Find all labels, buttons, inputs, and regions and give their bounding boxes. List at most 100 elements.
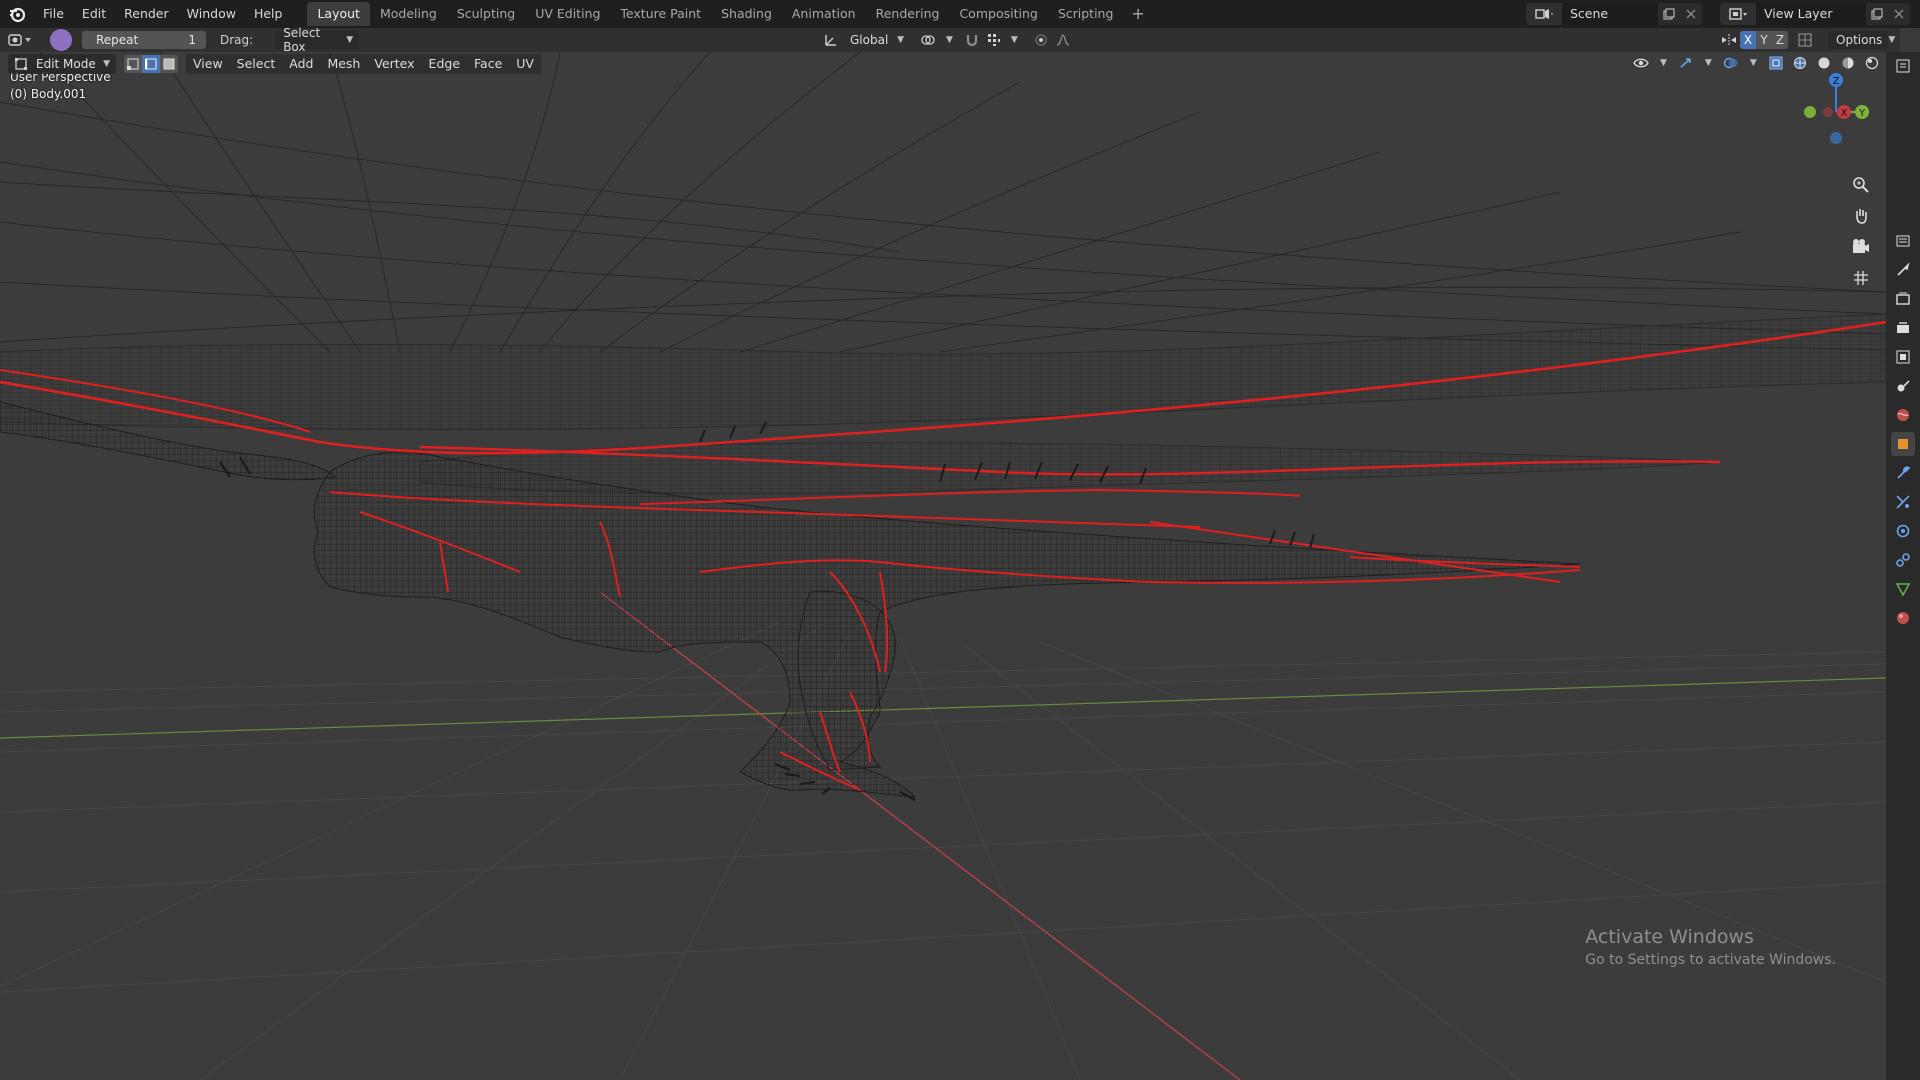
- zoom-icon[interactable]: [1846, 170, 1876, 200]
- transform-orientation-dropdown[interactable]: Global ▼: [842, 31, 910, 49]
- remove-view-layer-icon[interactable]: [1888, 3, 1910, 25]
- new-view-layer-icon[interactable]: [1866, 3, 1888, 25]
- menu-uv[interactable]: UV: [509, 54, 541, 74]
- ortho-grid-icon[interactable]: [1846, 263, 1876, 293]
- proportional-editing-icon[interactable]: [1030, 31, 1052, 49]
- solid-shading-icon[interactable]: [1813, 54, 1835, 72]
- menu-add[interactable]: Add: [282, 54, 321, 74]
- gizmo-toggle-icon[interactable]: [1675, 54, 1697, 72]
- axis-z-toggle[interactable]: Z: [1772, 31, 1788, 49]
- editor-type-icon[interactable]: [0, 29, 42, 51]
- transform-orientation-icon[interactable]: [820, 31, 842, 49]
- watermark-title: Activate Windows: [1585, 926, 1754, 948]
- menu-window[interactable]: Window: [178, 0, 245, 28]
- blender-logo-icon[interactable]: [0, 0, 34, 28]
- pivot-point-icon[interactable]: [918, 31, 940, 49]
- chevron-down-icon[interactable]: ▼: [1660, 58, 1667, 68]
- menu-face[interactable]: Face: [467, 54, 510, 74]
- menu-file[interactable]: File: [34, 0, 73, 28]
- camera-view-icon[interactable]: [1846, 232, 1876, 262]
- new-scene-icon[interactable]: [1658, 3, 1680, 25]
- output-icon[interactable]: [1891, 316, 1915, 340]
- chevron-down-icon[interactable]: ▼: [946, 35, 953, 45]
- workspace-tabs: Layout Modeling Sculpting UV Editing Tex…: [307, 2, 1152, 26]
- face-select-icon[interactable]: [160, 55, 178, 73]
- edit-mode-indicator-icon[interactable]: [50, 29, 72, 51]
- tab-sculpting[interactable]: Sculpting: [447, 2, 525, 26]
- chevron-down-icon[interactable]: ▼: [1011, 35, 1018, 45]
- repeat-field[interactable]: Repeat 1: [82, 31, 206, 49]
- menu-help[interactable]: Help: [245, 0, 292, 28]
- topology-mirror-icon[interactable]: [1794, 31, 1816, 49]
- edge-select-icon[interactable]: [142, 55, 160, 73]
- scene-icon[interactable]: [1526, 3, 1562, 25]
- physics-icon[interactable]: [1891, 519, 1915, 543]
- scene-selector[interactable]: Scene: [1526, 3, 1702, 25]
- rendered-shading-icon[interactable]: [1861, 54, 1883, 72]
- falloff-curve-icon[interactable]: [1052, 31, 1074, 49]
- visibility-eye-icon[interactable]: [1630, 54, 1652, 72]
- svg-text:Z: Z: [1833, 76, 1840, 87]
- mirror-icon[interactable]: [1718, 31, 1740, 49]
- render-icon[interactable]: [1891, 287, 1915, 311]
- tab-rendering[interactable]: Rendering: [866, 2, 950, 26]
- scene-name[interactable]: Scene: [1562, 3, 1658, 25]
- pan-hand-icon[interactable]: [1846, 201, 1876, 231]
- view-layer-icon[interactable]: [1891, 345, 1915, 369]
- tab-shading[interactable]: Shading: [711, 2, 782, 26]
- outliner-toggle-icon[interactable]: [1891, 54, 1915, 78]
- tab-layout[interactable]: Layout: [307, 2, 370, 26]
- snap-magnet-icon[interactable]: [961, 31, 983, 49]
- remove-scene-icon[interactable]: [1680, 3, 1702, 25]
- chevron-down-icon[interactable]: ▼: [1750, 58, 1757, 68]
- view-layer-icon[interactable]: [1720, 3, 1756, 25]
- material-icon[interactable]: [1891, 606, 1915, 630]
- chevron-down-icon: ▼: [897, 35, 904, 45]
- menu-vertex[interactable]: Vertex: [367, 54, 422, 74]
- snap-grid-icon[interactable]: [983, 31, 1005, 49]
- viewport-navigation-tools: [1846, 170, 1880, 294]
- overlays-icon[interactable]: [1720, 54, 1742, 72]
- axis-x-toggle[interactable]: X: [1740, 31, 1756, 49]
- tab-scripting[interactable]: Scripting: [1048, 2, 1124, 26]
- menu-select[interactable]: Select: [229, 54, 283, 74]
- mode-label: Edit Mode: [36, 57, 96, 71]
- menu-view[interactable]: View: [186, 54, 230, 74]
- add-workspace-button[interactable]: +: [1123, 2, 1152, 26]
- tool-icon[interactable]: [1891, 258, 1915, 282]
- tab-animation[interactable]: Animation: [782, 2, 866, 26]
- mode-dropdown[interactable]: Edit Mode ▼: [8, 54, 116, 74]
- constraints-icon[interactable]: [1891, 548, 1915, 572]
- drag-select-dropdown[interactable]: Select Box ▼: [275, 26, 360, 54]
- menu-edit[interactable]: Edit: [73, 0, 115, 28]
- options-dropdown[interactable]: Options ▼: [1828, 31, 1895, 49]
- tab-modeling[interactable]: Modeling: [370, 2, 447, 26]
- view-layer-selector[interactable]: View Layer: [1720, 3, 1910, 25]
- chevron-down-icon: ▼: [1888, 35, 1896, 45]
- particles-icon[interactable]: [1891, 490, 1915, 514]
- properties-toggle-icon[interactable]: [1891, 229, 1915, 253]
- material-preview-icon[interactable]: [1837, 54, 1859, 72]
- data-icon[interactable]: [1891, 577, 1915, 601]
- repeat-label: Repeat: [96, 33, 139, 47]
- scene-icon[interactable]: [1891, 374, 1915, 398]
- menu-render[interactable]: Render: [115, 0, 178, 28]
- object-icon[interactable]: [1891, 432, 1915, 456]
- modifier-icon[interactable]: [1891, 461, 1915, 485]
- options-label: Options: [1836, 33, 1883, 47]
- chevron-down-icon[interactable]: ▼: [1705, 58, 1712, 68]
- axis-y-toggle[interactable]: Y: [1756, 31, 1772, 49]
- world-icon[interactable]: [1891, 403, 1915, 427]
- view-layer-name[interactable]: View Layer: [1756, 3, 1866, 25]
- vertex-select-icon[interactable]: [124, 55, 142, 73]
- xray-toggle-icon[interactable]: [1765, 54, 1787, 72]
- menu-mesh[interactable]: Mesh: [320, 54, 368, 74]
- menu-edge[interactable]: Edge: [421, 54, 468, 74]
- 3d-viewport[interactable]: User Perspective (0) Body.001 Z Y X Acti…: [0, 52, 1886, 1080]
- windows-activation-watermark: Activate Windows Go to Settings to activ…: [1585, 926, 1836, 968]
- wireframe-shading-icon[interactable]: [1789, 54, 1811, 72]
- tab-uv-editing[interactable]: UV Editing: [525, 2, 610, 26]
- tab-texture-paint[interactable]: Texture Paint: [610, 2, 711, 26]
- tab-compositing[interactable]: Compositing: [949, 2, 1047, 26]
- navigation-gizmo[interactable]: Z Y X: [1790, 68, 1870, 148]
